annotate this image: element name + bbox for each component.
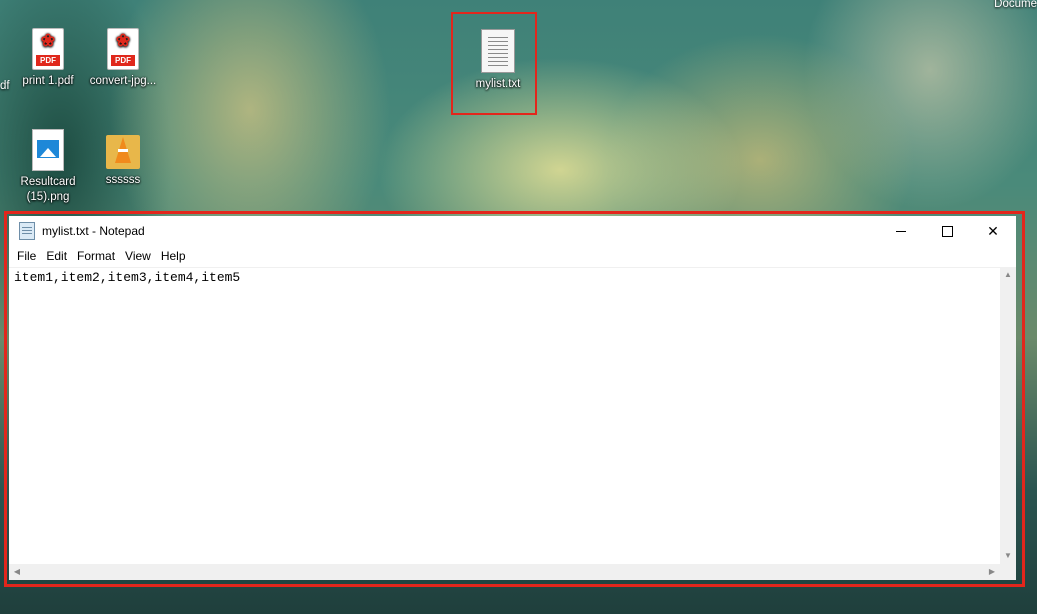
desktop-doc-label: Docume [994, 0, 1037, 10]
pdf-file-icon: ❀ PDF [107, 28, 139, 70]
desktop-icon-ssssss[interactable]: ssssss [83, 129, 163, 188]
desktop-icon-label: convert-jpg... [89, 75, 157, 87]
desktop-icon-label: print 1.pdf [22, 75, 74, 87]
desktop-icon-convert-jpg[interactable]: ❀ PDF convert-jpg... [83, 28, 163, 89]
desktop-icon-label: ssssss [105, 174, 141, 186]
desktop-icon-resultcard[interactable]: Resultcard (15).png [8, 129, 88, 205]
vlc-folder-icon [106, 129, 140, 169]
highlight-box-mylist [451, 12, 537, 115]
highlight-box-notepad [4, 211, 1025, 587]
desktop-icon-print-pdf[interactable]: ❀ PDF print 1.pdf [8, 28, 88, 89]
pdf-file-icon: ❀ PDF [32, 28, 64, 70]
desktop-icon-label: Resultcard (15).png [20, 176, 76, 203]
image-file-icon [32, 129, 64, 171]
